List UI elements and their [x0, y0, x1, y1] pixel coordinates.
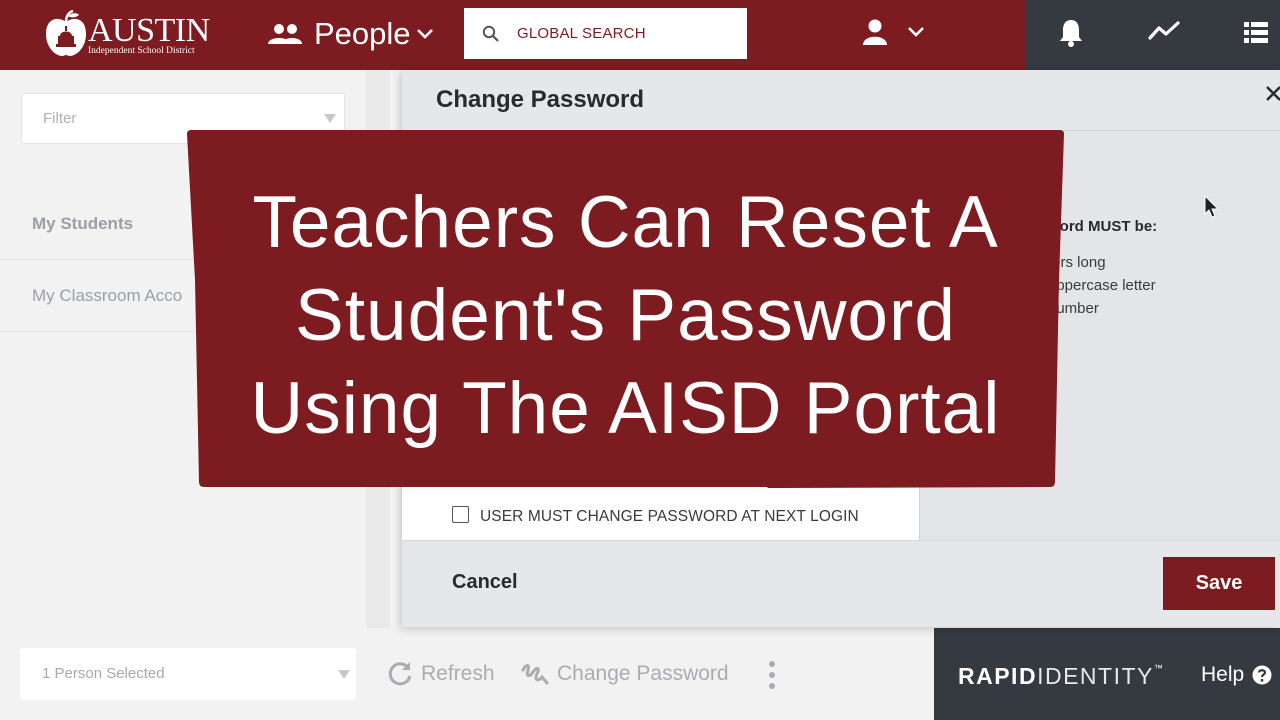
requirement-item: uppercase letter — [1048, 277, 1156, 294]
chevron-down-icon — [908, 27, 924, 37]
title-banner-text: Teachers Can Reset A Student's Password … — [187, 176, 1064, 455]
logo-name: AUSTIN — [88, 12, 210, 49]
help-label: Help — [1201, 663, 1245, 686]
sidebar-item-label: My Classroom Acco — [32, 286, 183, 305]
activity-trend-icon[interactable] — [1148, 20, 1180, 42]
people-icon — [268, 24, 302, 44]
chevron-down-icon — [416, 29, 433, 39]
menu-grid-icon[interactable] — [1244, 22, 1268, 44]
requirements-title: word MUST be: — [1048, 218, 1158, 235]
banner-line: Teachers Can Reset A — [252, 182, 999, 263]
refresh-button[interactable]: Refresh — [386, 660, 495, 688]
refresh-label: Refresh — [421, 662, 495, 685]
logo-subtitle: Independent School District — [88, 46, 195, 56]
change-password-label: Change Password — [557, 662, 729, 685]
banner-line: Student's Password — [295, 275, 956, 356]
search-placeholder: GLOBAL SEARCH — [517, 25, 646, 42]
must-change-password-label: USER MUST CHANGE PASSWORD AT NEXT LOGIN — [480, 508, 859, 525]
banner-line: Using The AISD Portal — [250, 368, 1001, 449]
cancel-button[interactable]: Cancel — [452, 571, 518, 594]
user-menu[interactable] — [862, 18, 924, 46]
selection-dropdown[interactable]: 1 Person Selected — [20, 648, 356, 700]
dialog-footer — [402, 540, 1280, 627]
user-icon — [863, 19, 887, 45]
caret-down-icon — [324, 114, 336, 123]
search-icon — [482, 25, 499, 42]
refresh-icon — [388, 662, 412, 686]
more-vertical-icon[interactable] — [764, 660, 780, 690]
close-icon[interactable] — [1266, 84, 1280, 102]
save-button[interactable]: Save — [1163, 557, 1275, 610]
dialog-title: Change Password — [436, 86, 645, 113]
help-button[interactable]: Help — [1201, 663, 1272, 687]
notifications-bell-icon[interactable] — [1058, 18, 1084, 48]
help-circle-icon — [1252, 665, 1272, 685]
global-search-input[interactable]: GLOBAL SEARCH — [464, 8, 747, 59]
caret-down-icon — [338, 670, 350, 679]
mouse-cursor-icon — [1204, 195, 1220, 218]
must-change-password-checkbox[interactable] — [452, 506, 469, 523]
module-label: People — [314, 16, 411, 51]
austin-isd-logo[interactable]: AUSTIN Independent School District — [44, 10, 210, 60]
apple-capitol-icon — [46, 10, 86, 56]
sidebar-item-label: My Students — [32, 214, 134, 233]
selection-count: 1 Person Selected — [42, 665, 165, 682]
change-password-button[interactable]: Change Password — [520, 660, 729, 688]
password-squiggle-icon — [521, 664, 549, 685]
people-module-menu[interactable]: People — [268, 14, 433, 54]
rapididentity-logo: RAPIDIDENTITY™ — [958, 663, 1165, 689]
filter-placeholder: Filter — [43, 110, 77, 127]
